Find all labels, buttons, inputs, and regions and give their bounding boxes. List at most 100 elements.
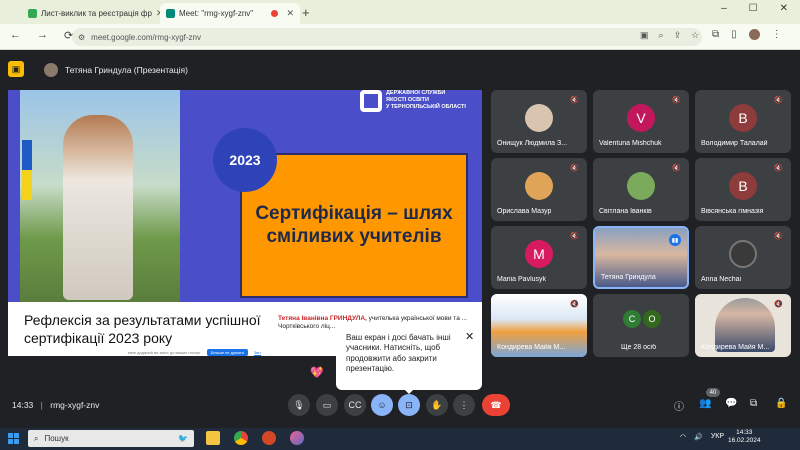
- slide-headline-box: Сертифікація – шлях сміливих учителів: [240, 153, 468, 298]
- leave-call-button[interactable]: ☎: [482, 394, 510, 416]
- mic-off-icon: 🔇: [774, 301, 783, 308]
- back-button[interactable]: ←: [10, 29, 21, 42]
- taskbar-clock[interactable]: 14:33 16.02.2024: [728, 429, 761, 446]
- more-participants-tile[interactable]: С O Ще 28 осіб: [593, 294, 689, 357]
- taskbar-search[interactable]: ⌕ Пошук 🐦: [28, 430, 194, 447]
- participant-tile[interactable]: M 🔇 Mariia Pavlusyk: [491, 226, 587, 289]
- side-panel-icon[interactable]: ▯: [731, 29, 737, 40]
- people-icon[interactable]: 👥: [699, 398, 711, 409]
- presenter-avatar: [44, 63, 58, 77]
- wifi-icon[interactable]: ◠: [680, 433, 686, 441]
- logo-mark-icon: [360, 90, 382, 112]
- emoji-reaction-button[interactable]: ☺: [371, 394, 393, 416]
- participant-name: Володимир Талалай: [701, 140, 768, 147]
- search-placeholder: Пошук: [44, 434, 69, 443]
- participant-tile[interactable]: B 🔇 Володимир Талалай: [695, 90, 791, 153]
- taskbar-date: 16.02.2024: [728, 437, 761, 445]
- participant-count-badge: 40: [706, 388, 720, 397]
- window-controls: – ☐ ✕: [721, 3, 800, 14]
- mic-off-icon: 🔇: [774, 233, 783, 240]
- url-field[interactable]: ⚙ meet.google.com/rmg-xygf-znv: [72, 28, 702, 46]
- close-tab-icon[interactable]: ✕: [286, 8, 294, 19]
- meeting-details-icon[interactable]: ⓘ: [674, 398, 684, 413]
- participant-tile[interactable]: 🔇 Кондирева Майя М...: [695, 294, 791, 357]
- url-text: meet.google.com/rmg-xygf-znv: [91, 32, 201, 42]
- meeting-info: 14:33 | rmg-xygf-znv: [12, 400, 99, 410]
- mic-off-icon: 🔇: [774, 97, 783, 104]
- volume-icon[interactable]: 🔊: [694, 433, 703, 441]
- bookmark-star-icon[interactable]: ☆: [691, 30, 699, 41]
- web-banner: мені доданий ви зміст до ваших послуг Бі…: [128, 347, 348, 356]
- meet-favicon-icon: [166, 9, 175, 18]
- participant-name: Mariia Pavlusyk: [497, 276, 547, 283]
- chat-icon[interactable]: 💬: [725, 398, 737, 409]
- app-icon[interactable]: [290, 431, 304, 445]
- participant-name: Світлана Іванків: [599, 208, 652, 215]
- profile-avatar-icon[interactable]: [748, 29, 760, 40]
- mic-off-icon: 🔇: [570, 97, 579, 104]
- participant-avatar: С: [623, 310, 641, 328]
- url-actions: ▣ ⌕ ⇪ ☆: [640, 30, 699, 41]
- zoom-icon[interactable]: ⌕: [659, 30, 664, 41]
- participant-name: Кондирева Майя М...: [497, 344, 566, 351]
- menu-icon[interactable]: ⋮: [772, 29, 782, 40]
- participant-name: Valentuna Mishchuk: [599, 140, 662, 147]
- powerpoint-icon[interactable]: [262, 431, 276, 445]
- participant-tile[interactable]: V 🔇 Valentuna Mishchuk: [593, 90, 689, 153]
- host-controls-icon[interactable]: 🔒: [775, 398, 787, 409]
- forward-button[interactable]: →: [37, 29, 48, 42]
- extensions-icon[interactable]: ⧉: [712, 29, 719, 40]
- share-icon[interactable]: ⇪: [674, 30, 682, 41]
- speaking-indicator-icon: ▮▮: [669, 234, 681, 246]
- camera-button[interactable]: ▭: [316, 394, 338, 416]
- toolbar-icons: ⧉ ▯ ⋮: [712, 29, 782, 40]
- mic-button[interactable]: 🎙: [288, 394, 310, 416]
- tab-title: Лист-виклик та реєстрація фр: [41, 9, 152, 18]
- participant-tile-speaking[interactable]: ▮▮ Тетяна Гриндула: [593, 226, 689, 289]
- participant-avatar: B: [729, 104, 757, 132]
- windows-start-icon[interactable]: [8, 433, 19, 444]
- banner-button[interactable]: Більше не думати: [206, 348, 248, 356]
- browser-tab-registration[interactable]: Лист-виклик та реєстрація фр ✕: [22, 3, 162, 24]
- heart-reaction-icon: 💖: [310, 367, 324, 379]
- camera-permission-icon[interactable]: ▣: [640, 30, 649, 41]
- participant-tile[interactable]: 🔇 Онищук Людмила З...: [491, 90, 587, 153]
- presentation-stage[interactable]: ДЕРЖАВНОЇ СЛУЖБИ ЯКОСТІ ОСВІТИ У ТЕРНОПІ…: [8, 90, 482, 356]
- language-indicator[interactable]: УКР: [711, 433, 724, 441]
- participant-name: Вівсянська гімназія: [701, 208, 764, 215]
- flag-image: [22, 140, 32, 200]
- tooltip-close-icon[interactable]: ✕: [465, 330, 474, 343]
- participant-tile[interactable]: 🔇 Кондирева Майя М...: [491, 294, 587, 357]
- sheets-favicon-icon: [28, 9, 37, 18]
- org-line: ЯКОСТІ ОСВІТИ: [386, 96, 429, 103]
- year-badge: 2023: [213, 128, 277, 192]
- participant-tile[interactable]: 🔇 Світлана Іванків: [593, 158, 689, 221]
- site-info-icon[interactable]: ⚙: [78, 33, 85, 42]
- chrome-icon[interactable]: [234, 431, 248, 445]
- file-explorer-icon[interactable]: [206, 431, 220, 445]
- participant-tile[interactable]: 🔇 Anna Nechai: [695, 226, 791, 289]
- banner-link[interactable]: Звіт: [254, 350, 261, 355]
- org-line: У ТЕРНОПІЛЬСЬКІЙ ОБЛАСТІ: [386, 103, 466, 110]
- browser-tab-meet[interactable]: Meet: "rmg-xygf-znv" ✕: [160, 3, 300, 24]
- participant-tile[interactable]: B 🔇 Вівсянська гімназія: [695, 158, 791, 221]
- maximize-button[interactable]: ☐: [749, 3, 758, 14]
- participant-name: Онищук Людмила З...: [497, 140, 568, 147]
- participant-name: Кондирева Майя М...: [701, 344, 770, 351]
- close-window-button[interactable]: ✕: [780, 3, 788, 14]
- activities-icon[interactable]: ⧉: [750, 398, 757, 409]
- search-highlight-icon: 🐦: [178, 434, 188, 443]
- taskbar-time: 14:33: [736, 429, 753, 436]
- mic-off-icon: 🔇: [570, 165, 579, 172]
- org-line: ДЕРЖАВНОЇ СЛУЖБИ: [386, 90, 446, 96]
- minimize-button[interactable]: –: [721, 3, 727, 14]
- present-button[interactable]: ⊡: [398, 394, 420, 416]
- recording-dot-icon: [271, 10, 279, 17]
- raise-hand-button[interactable]: ✋: [426, 394, 448, 416]
- new-tab-button[interactable]: +: [302, 5, 310, 20]
- captions-button[interactable]: CC: [344, 394, 366, 416]
- more-options-button[interactable]: ⋮: [453, 394, 475, 416]
- mic-off-icon: 🔇: [672, 97, 681, 104]
- meeting-code: rmg-xygf-znv: [50, 400, 100, 410]
- participant-tile[interactable]: 🔇 Орислава Мазур: [491, 158, 587, 221]
